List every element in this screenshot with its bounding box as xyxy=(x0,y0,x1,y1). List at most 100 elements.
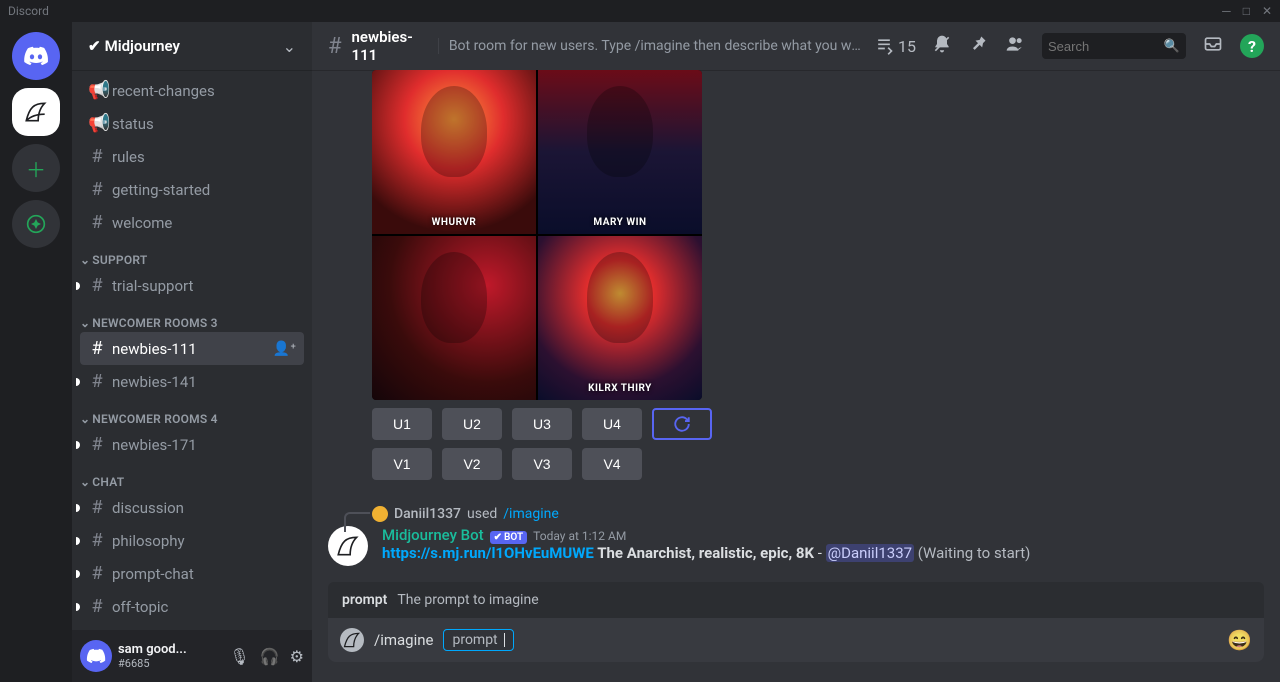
dm-home-button[interactable] xyxy=(12,32,60,80)
channel-label: discussion xyxy=(112,499,184,517)
search-input[interactable] xyxy=(1048,39,1164,54)
channel-label: trial-support xyxy=(112,277,193,295)
channel-label: rules xyxy=(112,148,145,166)
channel-label: newbies-141 xyxy=(112,373,197,391)
hash-icon: # xyxy=(88,275,106,296)
user-panel: sam good... #6685 🎙 🎧 ⚙ xyxy=(72,630,312,682)
variation-3-button[interactable]: V3 xyxy=(512,448,572,480)
category-newcomer-rooms-4[interactable]: ⌄NEWCOMER ROOMS 4 xyxy=(72,398,312,428)
add-server-button[interactable]: ＋ xyxy=(12,144,60,192)
window-minimize-icon[interactable]: ─ xyxy=(1222,4,1231,18)
settings-gear-icon[interactable]: ⚙ xyxy=(290,647,304,666)
search-input-container[interactable]: 🔍 xyxy=(1042,33,1186,59)
reply-command: /imagine xyxy=(503,506,559,522)
member-list-icon[interactable] xyxy=(1004,34,1026,58)
titlebar: Discord ─ □ ✕ xyxy=(0,0,1280,22)
reply-user: Daniil1337 xyxy=(394,506,461,522)
attach-button[interactable] xyxy=(340,628,364,652)
channel-label: prompt-chat xyxy=(112,565,194,583)
channel-label: newbies-111 xyxy=(112,340,197,358)
unread-indicator-icon xyxy=(76,504,80,512)
upscale-3-button[interactable]: U3 xyxy=(512,408,572,440)
channel-topic[interactable]: Bot room for new users. Type /imagine th… xyxy=(438,38,864,54)
mute-mic-icon[interactable]: 🎙 xyxy=(229,647,249,666)
user-mention[interactable]: @Daniil1337 xyxy=(826,544,914,562)
channel-trial-support[interactable]: # trial-support xyxy=(80,269,304,302)
channel-discussion[interactable]: #discussion xyxy=(80,491,304,524)
unread-indicator-icon xyxy=(76,282,80,290)
channel-label: getting-started xyxy=(112,181,210,199)
deafen-icon[interactable]: 🎧 xyxy=(260,647,280,666)
create-invite-icon[interactable]: 👤⁺ xyxy=(273,341,296,357)
upscale-row: U1 U2 U3 U4 xyxy=(372,408,1264,440)
result-image-1: WHURVR xyxy=(372,70,536,234)
main-area: # newbies-111 Bot room for new users. Ty… xyxy=(312,22,1280,682)
reroll-button[interactable] xyxy=(652,408,712,440)
inbox-icon[interactable] xyxy=(1202,34,1224,58)
upscale-2-button[interactable]: U2 xyxy=(442,408,502,440)
upscale-1-button[interactable]: U1 xyxy=(372,408,432,440)
hash-icon: # xyxy=(328,34,342,59)
channel-off-topic[interactable]: #off-topic xyxy=(80,590,304,623)
hash-icon: # xyxy=(88,146,106,167)
unread-indicator-icon xyxy=(76,537,80,545)
midjourney-result-grid[interactable]: WHURVR MARY WIN KILRX THIRY xyxy=(372,70,702,400)
server-header[interactable]: ✔ Midjourney ⌄ xyxy=(72,22,312,70)
channel-getting-started[interactable]: #getting-started xyxy=(80,173,304,206)
upscale-4-button[interactable]: U4 xyxy=(582,408,642,440)
channel-newbies-171[interactable]: #newbies-171 xyxy=(80,428,304,461)
message-author[interactable]: Midjourney Bot xyxy=(382,526,484,544)
category-newcomer-rooms-3[interactable]: ⌄NEWCOMER ROOMS 3 xyxy=(72,302,312,332)
chevron-down-icon: ⌄ xyxy=(283,37,296,56)
notification-bell-icon[interactable] xyxy=(932,34,952,58)
bot-tag: ✔ BOT xyxy=(490,531,528,544)
channel-label: philosophy xyxy=(112,532,185,550)
server-rail: ＋ xyxy=(0,22,72,682)
channel-sidebar: ✔ Midjourney ⌄ 📢recent-changes 📢status #… xyxy=(72,22,312,682)
emoji-picker-icon[interactable]: 😄 xyxy=(1227,628,1252,652)
pinned-messages-icon[interactable] xyxy=(968,34,988,58)
bot-avatar[interactable] xyxy=(328,526,368,566)
result-image-4: KILRX THIRY xyxy=(538,236,702,400)
result-image-3 xyxy=(372,236,536,400)
result-image-2: MARY WIN xyxy=(538,70,702,234)
hash-icon: # xyxy=(88,596,106,617)
channel-label: status xyxy=(112,115,154,133)
chevron-down-icon: ⌄ xyxy=(80,412,90,426)
channel-newbies-111[interactable]: # newbies-111 👤⁺ xyxy=(80,332,304,365)
channel-newbies-141[interactable]: # newbies-141 xyxy=(80,365,304,398)
threads-button[interactable]: 15 xyxy=(874,36,916,56)
threads-count-label: 15 xyxy=(898,37,916,56)
reply-context[interactable]: Daniil1337 used /imagine xyxy=(372,506,1264,522)
channel-label: welcome xyxy=(112,214,172,232)
channel-rules[interactable]: # rules xyxy=(80,140,304,173)
hash-threads-icon: # xyxy=(88,338,106,359)
hash-icon: # xyxy=(88,371,106,392)
autocomplete-key: prompt xyxy=(342,592,387,608)
explore-servers-button[interactable] xyxy=(12,200,60,248)
variation-2-button[interactable]: V2 xyxy=(442,448,502,480)
channel-status[interactable]: 📢status xyxy=(80,107,304,140)
composer[interactable]: /imagine prompt 😄 xyxy=(328,618,1264,662)
prompt-argument-pill[interactable]: prompt xyxy=(443,629,513,651)
channel-recent-changes[interactable]: 📢recent-changes xyxy=(80,74,304,107)
command-autocomplete[interactable]: prompt The prompt to imagine xyxy=(328,582,1264,618)
hash-icon: # xyxy=(88,212,106,233)
window-close-icon[interactable]: ✕ xyxy=(1262,4,1272,18)
app-name: Discord xyxy=(8,4,49,18)
message-list: WHURVR MARY WIN KILRX THIRY U1 U2 U3 U4 … xyxy=(312,70,1280,570)
channel-philosophy[interactable]: #philosophy xyxy=(80,524,304,557)
variation-4-button[interactable]: V4 xyxy=(582,448,642,480)
category-chat[interactable]: ⌄CHAT xyxy=(72,461,312,491)
server-midjourney-button[interactable] xyxy=(12,88,60,136)
window-maximize-icon[interactable]: □ xyxy=(1243,4,1250,18)
category-support[interactable]: ⌄SUPPORT xyxy=(72,239,312,269)
message-link[interactable]: https://s.mj.run/l1OHvEuMUWE xyxy=(382,544,594,562)
help-icon[interactable]: ? xyxy=(1240,34,1264,58)
variation-row: V1 V2 V3 V4 xyxy=(372,448,1264,480)
channel-prompt-chat[interactable]: #prompt-chat xyxy=(80,557,304,590)
variation-1-button[interactable]: V1 xyxy=(372,448,432,480)
channel-welcome[interactable]: # welcome xyxy=(80,206,304,239)
self-avatar[interactable] xyxy=(80,640,112,672)
queue-status: (Waiting to start) xyxy=(914,544,1030,562)
